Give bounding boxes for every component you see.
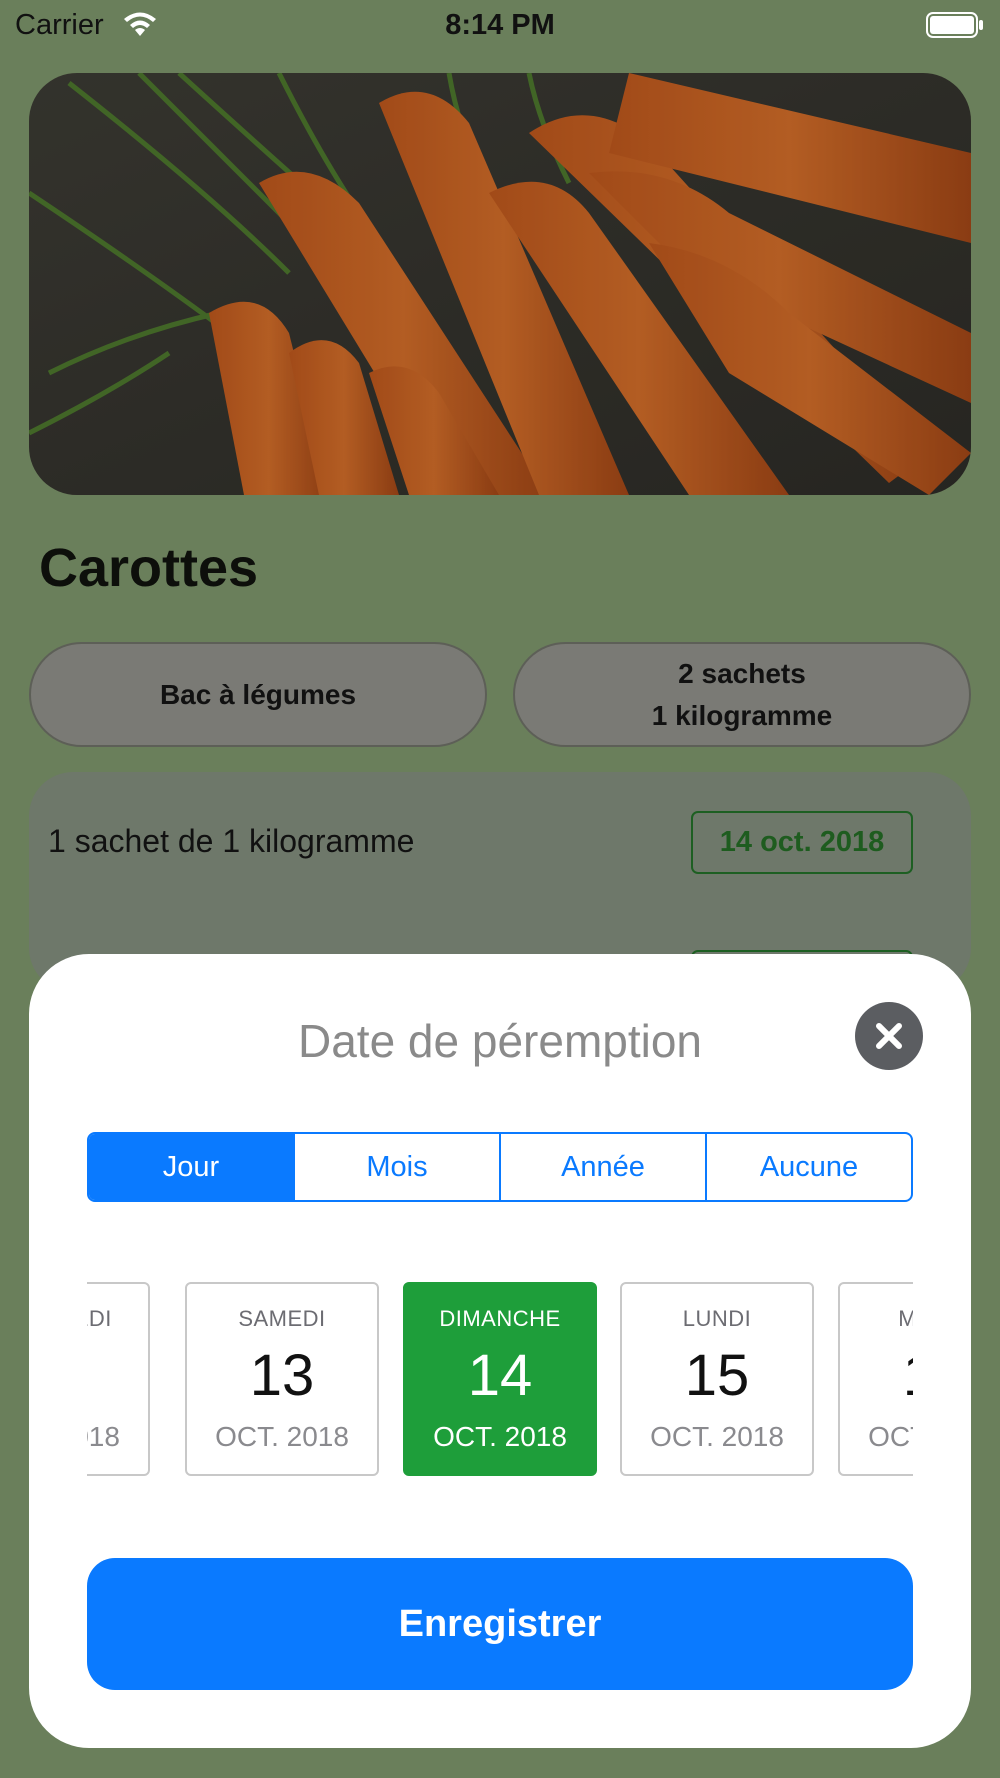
expiry-date-sheet: Date de péremption Jour Mois Année Aucun… [29, 954, 971, 1748]
save-button[interactable]: Enregistrer [87, 1558, 913, 1690]
day-month: OCT. 2018 [215, 1421, 349, 1452]
day-month: OCT. 2018 [87, 1421, 120, 1452]
tab-annee[interactable]: Année [501, 1134, 707, 1200]
day-name: LUNDI [682, 1306, 752, 1331]
day-name: SAMEDI [238, 1306, 326, 1331]
day-card[interactable]: SAMEDI 13 OCT. 2018 [185, 1282, 379, 1476]
item-date-badge[interactable]: 14 oct. 2018 [691, 811, 913, 874]
day-number: 16 [840, 1342, 913, 1409]
tab-mois[interactable]: Mois [295, 1134, 501, 1200]
product-image [29, 73, 971, 495]
day-card[interactable]: LUNDI 15 OCT. 2018 [620, 1282, 814, 1476]
storage-button[interactable]: Bac à légumes [29, 642, 487, 747]
day-month: OCT. 2018 [650, 1421, 784, 1452]
close-button[interactable] [855, 1002, 923, 1070]
day-name: MARDI [898, 1306, 913, 1331]
day-card[interactable]: MARDI 16 OCT. 2018 [838, 1282, 913, 1476]
item-date: 14 oct. 2018 [719, 826, 885, 858]
day-number: 12 [87, 1342, 148, 1409]
clock: 8:14 PM [445, 9, 555, 41]
battery-icon [926, 12, 983, 38]
day-number: 15 [684, 1343, 750, 1408]
day-name: DIMANCHE [439, 1306, 561, 1331]
tab-aucune[interactable]: Aucune [707, 1134, 911, 1200]
day-number: 13 [249, 1343, 315, 1408]
day-picker[interactable]: VENDREDI 12 OCT. 2018 SAMEDI 13 OCT. 201… [87, 1282, 913, 1478]
status-bar: Carrier 8:14 PM [0, 0, 1000, 52]
item-label: 1 sachet de 1 kilogramme [48, 823, 415, 859]
day-number: 14 [467, 1343, 533, 1408]
day-card[interactable]: VENDREDI 12 OCT. 2018 [87, 1282, 150, 1476]
day-name: VENDREDI [87, 1306, 112, 1331]
quantity-line-2: 1 kilogramme [651, 699, 833, 731]
tab-jour[interactable]: Jour [89, 1134, 295, 1200]
day-card-selected[interactable]: DIMANCHE 14 OCT. 2018 [403, 1282, 597, 1476]
day-month: OCT. 2018 [433, 1421, 567, 1452]
quantity-line-1: 2 sachets [678, 657, 806, 689]
period-segmented-control: Jour Mois Année Aucune [87, 1132, 913, 1202]
quantity-button[interactable]: 2 sachets 1 kilogramme [513, 642, 971, 747]
close-icon [876, 1023, 902, 1049]
day-month: OCT. 2018 [868, 1421, 913, 1452]
sheet-title: Date de péremption [297, 1015, 703, 1067]
storage-label: Bac à légumes [159, 678, 357, 710]
product-title: Carottes [39, 538, 259, 598]
